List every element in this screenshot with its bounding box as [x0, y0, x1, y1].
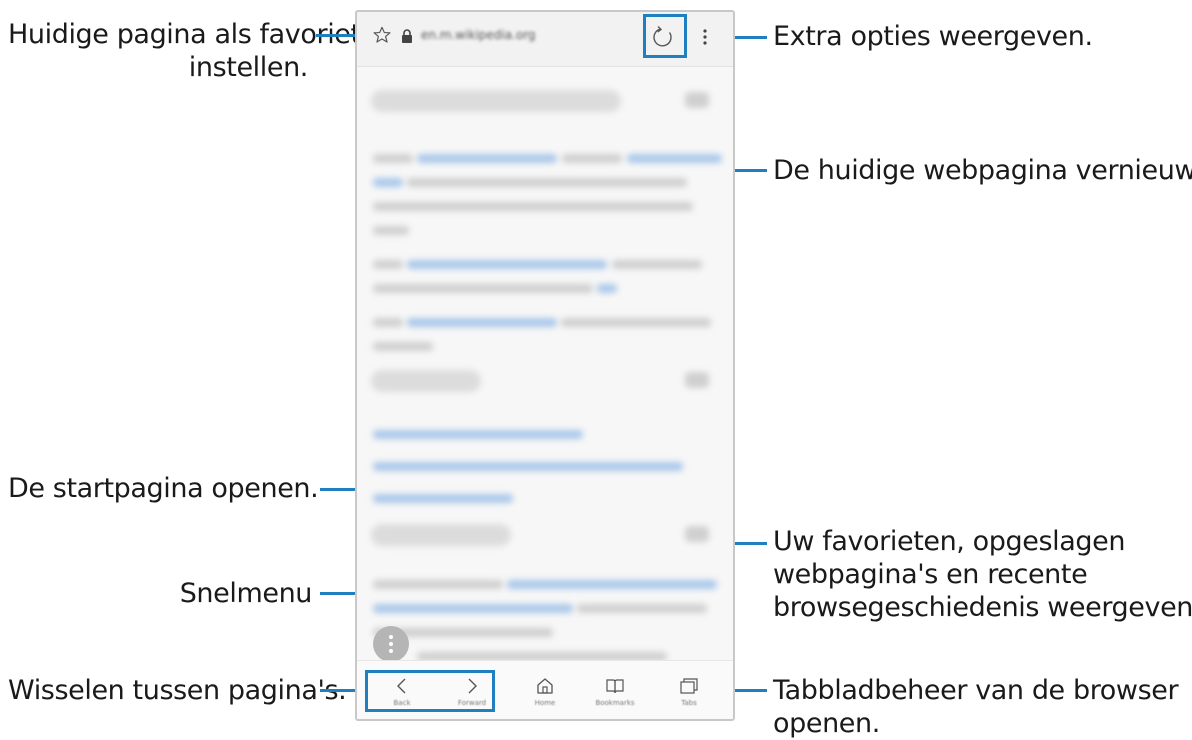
- text-line: [373, 580, 503, 589]
- home-label: Home: [534, 699, 556, 707]
- star-icon[interactable]: [373, 26, 391, 44]
- callout-homepage: De startpagina openen.: [8, 473, 319, 504]
- browser-screen: en.m.wikipedia.org Back Forward Home Boo…: [355, 10, 735, 721]
- section-header: [371, 370, 481, 392]
- link-line: [373, 494, 513, 503]
- lock-icon: [402, 29, 412, 43]
- text-line: [373, 318, 403, 327]
- callout-switch-pages: Wisselen tussen pagina's.: [8, 675, 347, 706]
- callout-more-options: Extra opties weergeven.: [773, 21, 1093, 52]
- callout-bookmarks: Uw favorieten, opgeslagen webpagina's en…: [773, 525, 1192, 624]
- text-line: [373, 260, 403, 269]
- link-line: [373, 178, 403, 187]
- text-line: [373, 226, 409, 235]
- section-header: [371, 524, 511, 546]
- page-content: [357, 68, 733, 661]
- text-line: [562, 154, 622, 163]
- link-line: [373, 462, 683, 471]
- text-line: [561, 318, 711, 327]
- callout-bookmarks-line1: Uw favorieten, opgeslagen: [773, 526, 1126, 557]
- callout-favorite: Huidige pagina als favoriet instellen.: [8, 18, 361, 84]
- callout-bookmarks-line2: webpagina's en recente: [773, 559, 1088, 590]
- edit-icon: [685, 526, 709, 542]
- section-header: [371, 90, 621, 112]
- callout-tabs: Tabbladbeheer van de browser openen.: [773, 674, 1179, 740]
- link-line: [407, 260, 607, 269]
- tabs-label: Tabs: [681, 699, 697, 707]
- text-line: [373, 202, 693, 211]
- tabs-icon[interactable]: [678, 675, 700, 697]
- text-line: [373, 342, 433, 351]
- text-line: [407, 178, 687, 187]
- refresh-highlight-box: [643, 14, 687, 58]
- link-line: [417, 154, 557, 163]
- callout-favorite-line1: Huidige pagina als favoriet: [8, 19, 361, 50]
- quick-menu-icon[interactable]: [373, 626, 409, 662]
- link-line: [507, 580, 717, 589]
- edit-icon: [685, 372, 709, 388]
- home-icon[interactable]: [534, 675, 556, 697]
- callout-refresh: De huidige webpagina vernieuwen.: [773, 155, 1192, 186]
- callout-tabs-line2: openen.: [773, 708, 880, 739]
- link-line: [373, 430, 583, 439]
- text-line: [373, 284, 593, 293]
- edit-icon: [685, 92, 709, 108]
- callout-tabs-line1: Tabbladbeheer van de browser: [773, 675, 1179, 706]
- back-forward-highlight-box: [365, 670, 495, 712]
- bookmarks-label: Bookmarks: [595, 699, 635, 707]
- link-line: [407, 318, 557, 327]
- text-line: [373, 154, 413, 163]
- url-text[interactable]: en.m.wikipedia.org: [421, 28, 536, 42]
- link-line: [627, 154, 722, 163]
- text-line: [577, 604, 707, 613]
- link-line: [597, 284, 617, 293]
- more-vertical-icon[interactable]: [702, 28, 708, 46]
- text-line: [612, 260, 702, 269]
- callout-favorite-line2: instellen.: [188, 52, 309, 83]
- callout-bookmarks-line3: browsegeschiedenis weergeven.: [773, 592, 1192, 623]
- book-icon[interactable]: [604, 675, 626, 697]
- link-line: [373, 604, 573, 613]
- callout-quick-menu: Snelmenu: [179, 578, 313, 609]
